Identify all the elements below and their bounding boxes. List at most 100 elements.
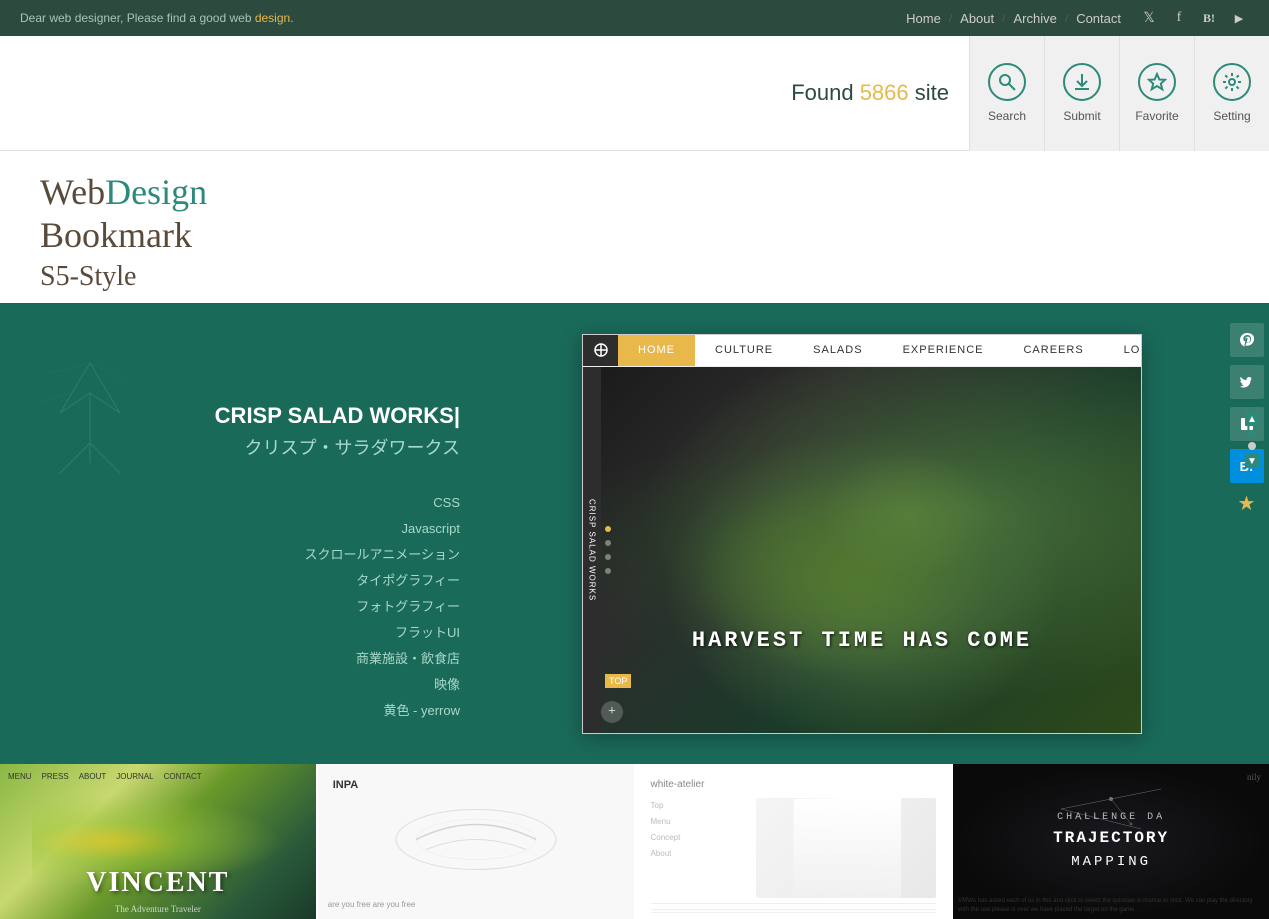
screenshot-nav-items: HOME CULTURE SALADS EXPERIENCE CAREERS L… bbox=[618, 334, 1142, 366]
search-icon bbox=[988, 63, 1026, 101]
feature-center: HOME CULTURE SALADS EXPERIENCE CAREERS L… bbox=[500, 303, 1224, 764]
thumb1-nav-journal: JOURNAL bbox=[116, 772, 153, 781]
feature-area: CRISP SALAD WORKS| クリスプ・サラダワークス CSS Java… bbox=[0, 303, 1269, 764]
setting-label: Setting bbox=[1213, 109, 1250, 123]
brand-subtitle: Bookmark bbox=[40, 214, 1229, 256]
thumb3-inner: white-atelier TopMenuConceptAbout bbox=[636, 764, 952, 919]
nav-sep-1: / bbox=[949, 11, 952, 26]
tag-css[interactable]: CSS bbox=[40, 490, 460, 516]
screenshot-dot-nav bbox=[605, 526, 611, 574]
header-actions: Search Submit Favorite bbox=[969, 36, 1269, 151]
thumb4-challenge: CHALLENGE DA bbox=[1053, 810, 1169, 826]
brand-design: Design bbox=[105, 172, 207, 212]
screenshot-plus-btn[interactable]: + bbox=[601, 701, 623, 723]
site-name: CRISP SALAD WORKS| bbox=[40, 403, 460, 429]
thumbnail-2[interactable]: INPA are you free are you free bbox=[318, 764, 636, 919]
screenshot-content: HARVEST TIME HAS COME CRISP SALAD WORKS … bbox=[583, 367, 1141, 733]
screenshot-nav-careers: CAREERS bbox=[1003, 334, 1103, 366]
scroll-dot-1 bbox=[1248, 430, 1256, 438]
screenshot-nav: HOME CULTURE SALADS EXPERIENCE CAREERS L… bbox=[583, 335, 1141, 367]
thumb1-title: VINCENT bbox=[86, 867, 229, 899]
facebook-icon[interactable]: f bbox=[1169, 8, 1189, 28]
thumb2-content: INPA are you free are you free bbox=[318, 764, 634, 919]
site-name-jp: クリスプ・サラダワークス bbox=[40, 434, 460, 460]
tag-flat-ui[interactable]: フラットUI bbox=[40, 620, 460, 646]
thumb2-center bbox=[386, 799, 566, 884]
thumb1-nav: MENU PRESS ABOUT JOURNAL CONTACT bbox=[0, 772, 316, 781]
tag-javascript[interactable]: Javascript bbox=[40, 516, 460, 542]
feature-right-panel: B! ★ bbox=[1224, 303, 1269, 764]
thumb4-content: nily CHALLENGE DA TRAJECTORY MAPPING VMW… bbox=[953, 764, 1269, 919]
thumbnail-1[interactable]: MENU PRESS ABOUT JOURNAL CONTACT VINCENT… bbox=[0, 764, 318, 919]
screenshot-nav-salads: SALADS bbox=[793, 334, 882, 366]
nav-home[interactable]: Home bbox=[906, 11, 941, 26]
scroll-dot-2 bbox=[1248, 442, 1256, 450]
brand-title: WebDesign bbox=[40, 171, 1229, 214]
rss-icon[interactable]: ▶ bbox=[1229, 8, 1249, 28]
tag-scroll-animation[interactable]: スクロールアニメーション bbox=[40, 542, 460, 568]
branding-section: WebDesign Bookmark S5-Style bbox=[0, 151, 1269, 303]
nav-contact[interactable]: Contact bbox=[1076, 11, 1121, 26]
nav-archive[interactable]: Archive bbox=[1013, 11, 1056, 26]
thumb4-text: CHALLENGE DA TRAJECTORY MAPPING bbox=[1053, 810, 1169, 874]
setting-icon bbox=[1213, 63, 1251, 101]
thumb1-nav-menu: MENU bbox=[8, 772, 32, 781]
setting-button[interactable]: Setting bbox=[1194, 36, 1269, 151]
topbar-nav: Home / About / Archive / Contact 𝕏 f B! … bbox=[906, 8, 1249, 28]
tag-photography[interactable]: フォトグラフィー bbox=[40, 594, 460, 620]
favorite-button[interactable]: Favorite bbox=[1119, 36, 1194, 151]
submit-icon bbox=[1063, 63, 1101, 101]
found-text: Found 5866 site bbox=[791, 80, 949, 106]
scroll-down-button[interactable]: ▼ bbox=[1245, 454, 1259, 468]
submit-button[interactable]: Submit bbox=[1044, 36, 1119, 151]
dot-1 bbox=[605, 526, 611, 532]
screenshot-bg: HARVEST TIME HAS COME CRISP SALAD WORKS … bbox=[583, 367, 1141, 733]
twitter-icon[interactable]: 𝕏 bbox=[1139, 8, 1159, 28]
thumbnails-row: MENU PRESS ABOUT JOURNAL CONTACT VINCENT… bbox=[0, 764, 1269, 919]
nav-sep-2: / bbox=[1002, 11, 1005, 26]
screenshot-nav-experience: EXPERIENCE bbox=[883, 334, 1004, 366]
screenshot-nav-home: HOME bbox=[618, 334, 695, 366]
topbar-highlight: design bbox=[255, 11, 290, 25]
nav-about[interactable]: About bbox=[960, 11, 994, 26]
star-button[interactable]: ★ bbox=[1238, 491, 1256, 516]
screenshot-logo bbox=[583, 334, 618, 366]
brand-s5: S5-Style bbox=[40, 261, 1229, 293]
tag-typography[interactable]: タイポグラフィー bbox=[40, 568, 460, 594]
twitter-share-button[interactable] bbox=[1230, 365, 1264, 399]
screenshot-headline: HARVEST TIME HAS COME bbox=[692, 628, 1032, 653]
topbar-message: Dear web designer, Please find a good we… bbox=[20, 11, 294, 25]
tag-yellow[interactable]: 黄色 - yerrow bbox=[40, 698, 460, 724]
scroll-up-button[interactable]: ▲ bbox=[1245, 412, 1259, 426]
tag-list: CSS Javascript スクロールアニメーション タイポグラフィー フォト… bbox=[40, 490, 460, 724]
site-title-block: CRISP SALAD WORKS| クリスプ・サラダワークス bbox=[40, 403, 460, 460]
thumbnail-4[interactable]: nily CHALLENGE DA TRAJECTORY MAPPING VMW… bbox=[953, 764, 1269, 919]
favorite-label: Favorite bbox=[1135, 109, 1178, 123]
pinterest-button[interactable] bbox=[1230, 323, 1264, 357]
submit-label: Submit bbox=[1063, 109, 1100, 123]
thumb3-title: white-atelier bbox=[651, 779, 937, 790]
favorite-icon bbox=[1138, 63, 1176, 101]
thumb1-content: MENU PRESS ABOUT JOURNAL CONTACT VINCENT… bbox=[0, 764, 316, 919]
hatena-icon[interactable]: B! bbox=[1199, 8, 1219, 28]
thumb1-nav-contact: CONTACT bbox=[164, 772, 202, 781]
nav-sep-3: / bbox=[1065, 11, 1068, 26]
tag-video[interactable]: 映像 bbox=[40, 672, 460, 698]
dot-4 bbox=[605, 568, 611, 574]
thumb4-trajectory: TRAJECTORY bbox=[1053, 826, 1169, 852]
feature-left-panel: CRISP SALAD WORKS| クリスプ・サラダワークス CSS Java… bbox=[0, 303, 500, 764]
search-button[interactable]: Search bbox=[969, 36, 1044, 151]
topbar-social-icons: 𝕏 f B! ▶ bbox=[1139, 8, 1249, 28]
header: Found 5866 site Search Submit bbox=[0, 36, 1269, 151]
found-count: 5866 bbox=[860, 80, 909, 105]
search-label: Search bbox=[988, 109, 1026, 123]
thumbnail-3[interactable]: white-atelier TopMenuConceptAbout bbox=[636, 764, 954, 919]
tag-restaurant[interactable]: 商業施設・飲食店 bbox=[40, 646, 460, 672]
thumb2-logo: INPA bbox=[333, 779, 358, 791]
site-screenshot[interactable]: HOME CULTURE SALADS EXPERIENCE CAREERS L… bbox=[582, 334, 1142, 734]
brand-web: Web bbox=[40, 172, 105, 212]
thumb3-content: white-atelier TopMenuConceptAbout bbox=[636, 764, 952, 919]
thumb1-nav-about: ABOUT bbox=[79, 772, 107, 781]
dot-3 bbox=[605, 554, 611, 560]
thumb1-nav-press: PRESS bbox=[42, 772, 69, 781]
